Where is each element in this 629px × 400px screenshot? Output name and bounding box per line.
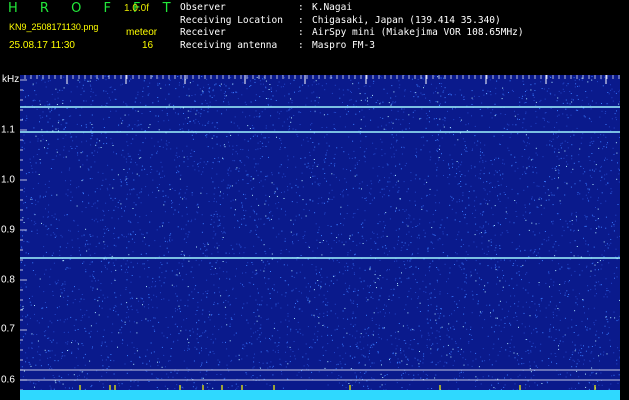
filename-label: KN9_2508171130.png: [9, 22, 99, 32]
y-axis-labels: 1.1 1.0 0.9 0.8 0.7 0.6: [0, 100, 20, 400]
app-title: H R O F F T: [8, 1, 180, 16]
spectrogram-plot: [20, 75, 620, 397]
y-tick-label: 1.0: [1, 174, 15, 186]
info-row-antenna: Receiving antenna: Maspro FM-3: [180, 39, 375, 51]
signal-strength-bar: [20, 390, 620, 400]
y-tick-label: 0.8: [1, 274, 15, 286]
info-row-receiver: Receiver: AirSpy mini (Miakejima VOR 108.…: [180, 27, 524, 38]
info-row-observer: Observer: K.Nagai: [180, 2, 353, 13]
noise-layer: [20, 75, 620, 397]
info-row-location: Receiving Location: Chigasaki, Japan (139…: [180, 14, 501, 26]
spectrogram-canvas: [20, 75, 620, 397]
y-tick-label: 1.1: [1, 124, 15, 136]
meteor-label: meteor: [126, 27, 158, 38]
header-panel: H R O F F T 1.0.0f KN9_2508171130.png 25…: [0, 0, 629, 74]
y-tick-label: 0.6: [1, 374, 15, 386]
version-label: 1.0.0f: [124, 3, 150, 14]
meteor-count: 16: [142, 40, 154, 51]
timestamp-label: 25.08.17 11:30: [9, 40, 75, 51]
y-tick-label: 0.7: [1, 323, 15, 335]
info-block: Observer: K.Nagai Receiving Location: Chig…: [180, 2, 524, 52]
y-tick-label: 0.9: [1, 224, 15, 236]
